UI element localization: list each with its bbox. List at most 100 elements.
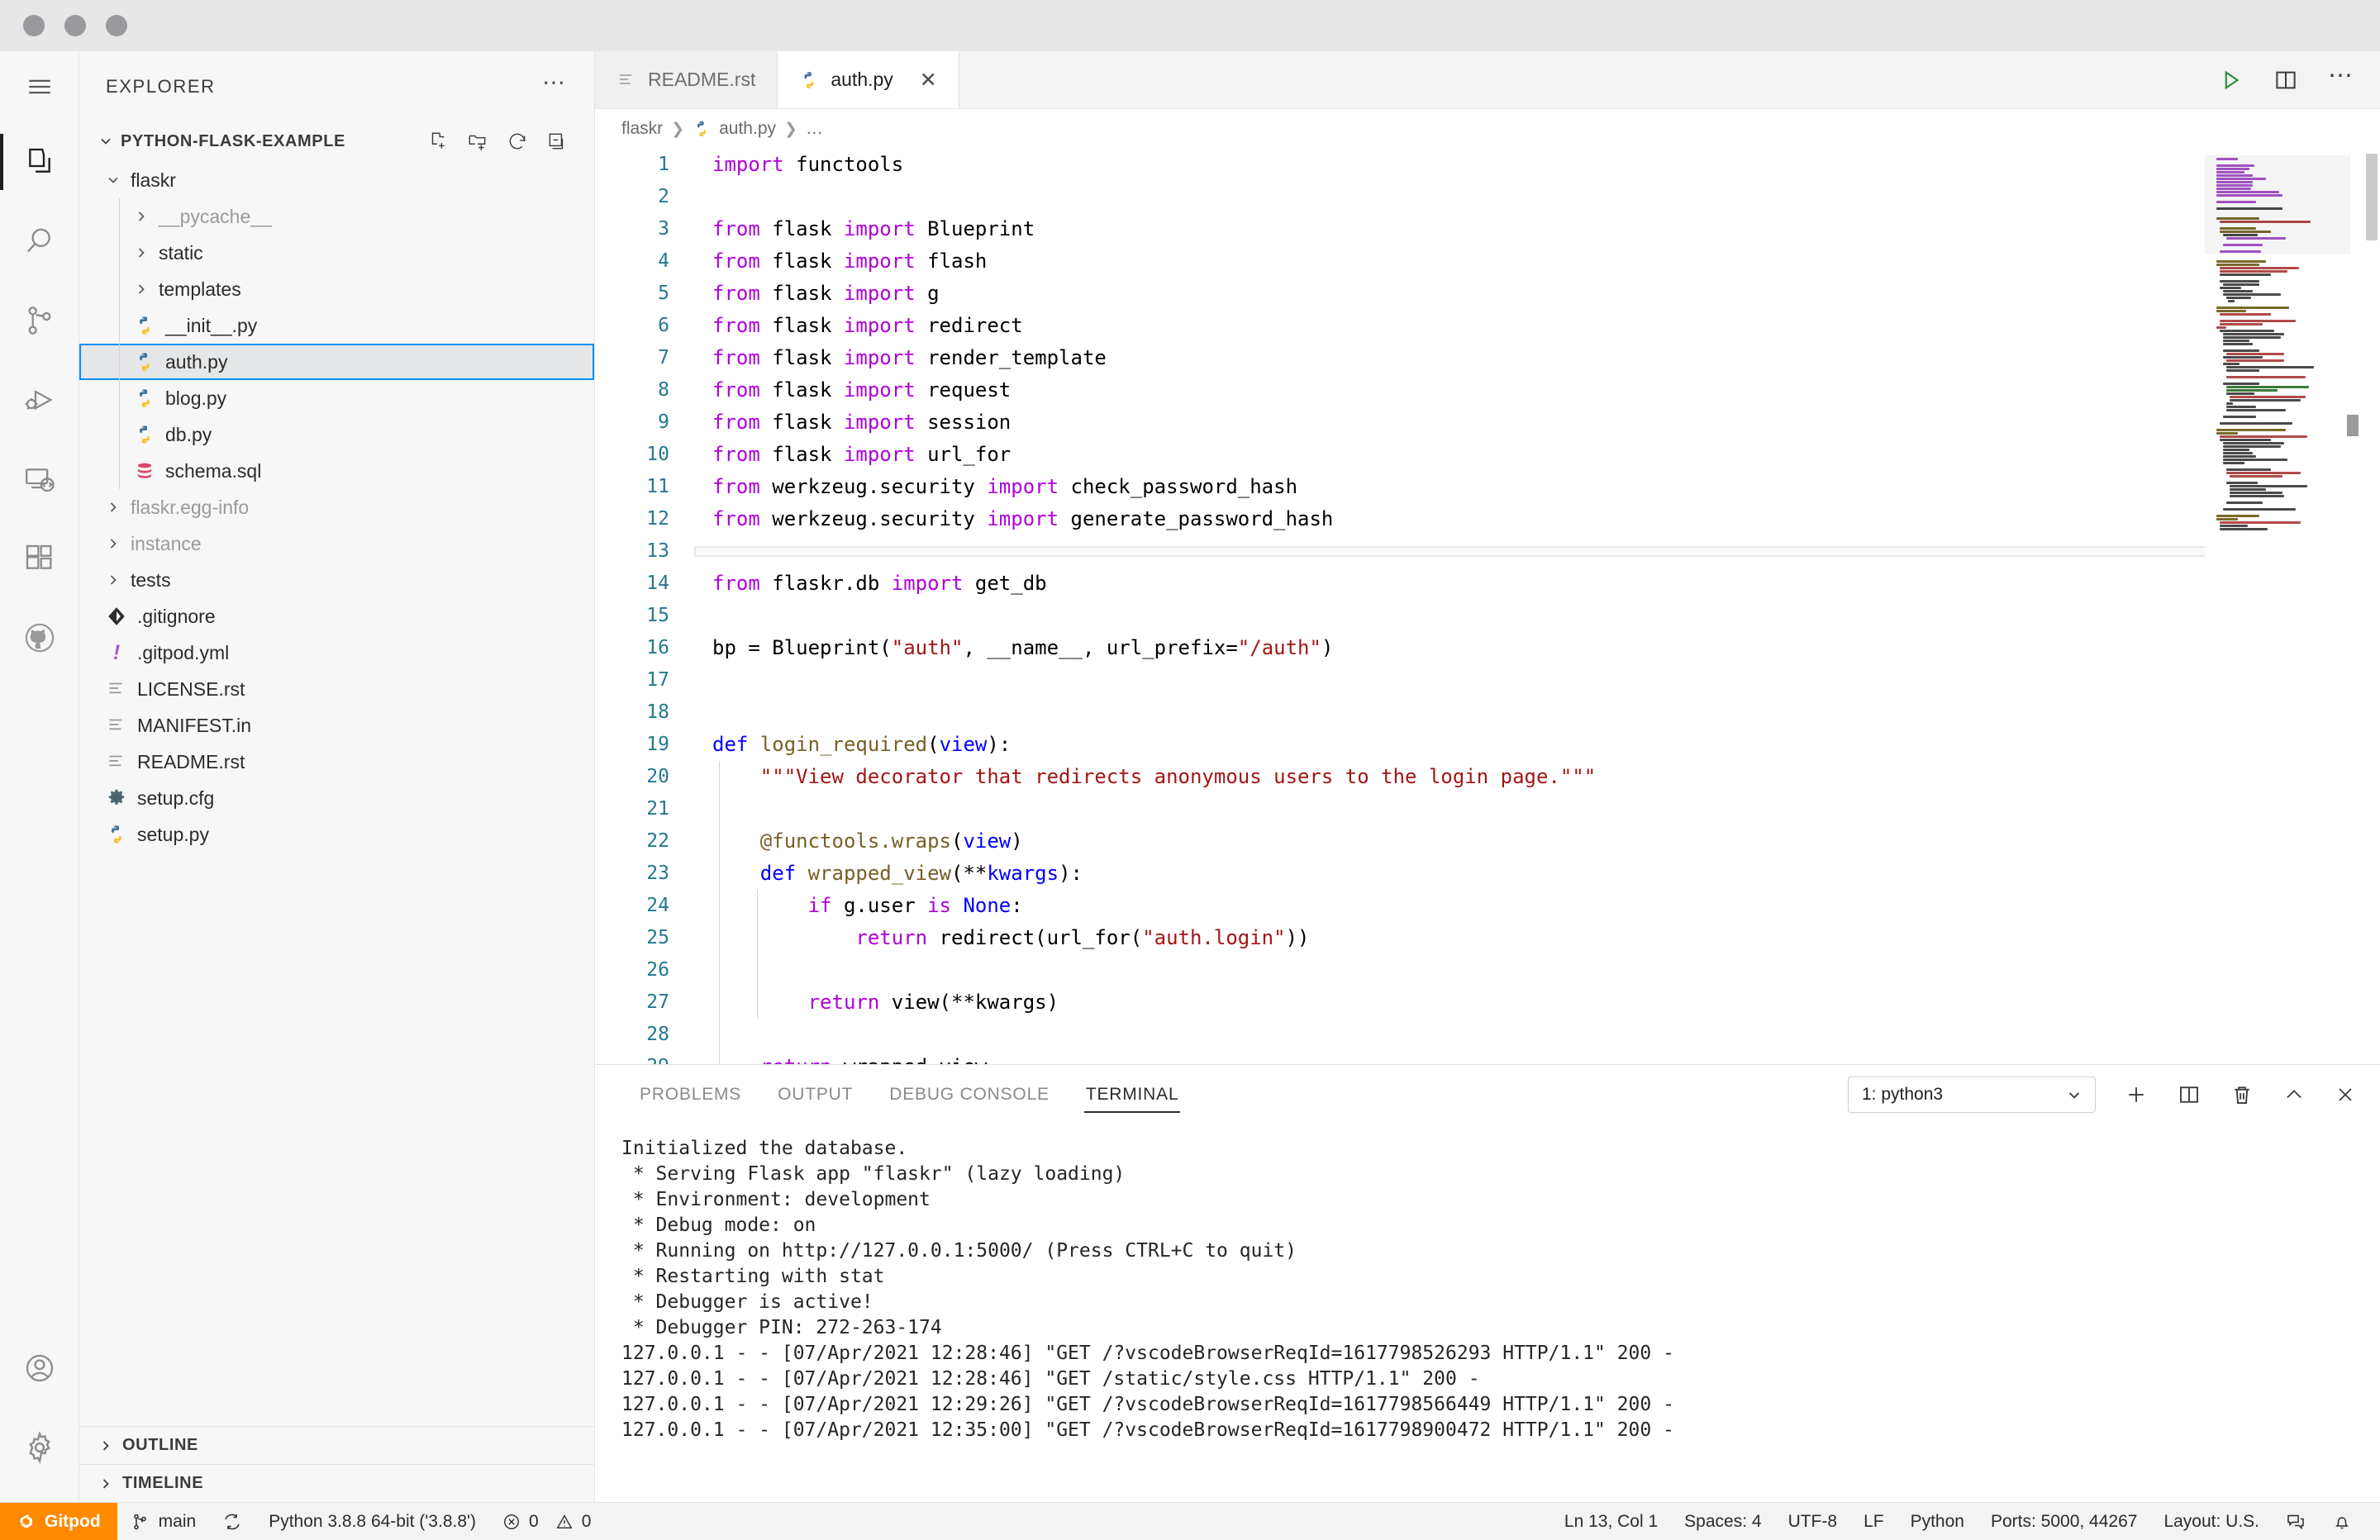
tree-item-gitignore[interactable]: .gitignore (79, 598, 594, 635)
tree-item-flaskr-egg-info[interactable]: flaskr.egg-info (79, 489, 594, 525)
status-indentation[interactable]: Spaces: 4 (1671, 1503, 1774, 1540)
activitybar-item-github[interactable] (0, 598, 79, 677)
menu-button[interactable] (0, 51, 79, 122)
sidebar-section-timeline[interactable]: TIMELINE (79, 1464, 594, 1502)
tree-item-gitpod-yml[interactable]: ! .gitpod.yml (79, 635, 594, 671)
activitybar-item-extensions[interactable] (0, 519, 79, 598)
tree-item-schema-sql[interactable]: schema.sql (79, 453, 594, 489)
terminal-output[interactable]: Initialized the database. * Serving Flas… (595, 1124, 2380, 1502)
collapse-all-icon[interactable] (546, 131, 568, 152)
sidebar-section-outline[interactable]: OUTLINE (79, 1426, 594, 1464)
code-line-text[interactable]: import functools (694, 149, 2205, 181)
activitybar-item-run-and-debug[interactable] (0, 360, 79, 440)
status-eol[interactable]: LF (1850, 1503, 1897, 1540)
status-feedback[interactable] (2273, 1503, 2319, 1540)
code-line-text[interactable]: @functools.wraps(view) (694, 825, 2205, 858)
status-encoding[interactable]: UTF-8 (1775, 1503, 1851, 1540)
code-line-text[interactable]: return wrapped_view (694, 1051, 2205, 1064)
code-line-text[interactable]: from werkzeug.security import check_pass… (694, 471, 2205, 503)
status-ports[interactable]: Ports: 5000, 44267 (1978, 1503, 2150, 1540)
split-terminal-icon[interactable] (2177, 1082, 2202, 1107)
tree-item-static[interactable]: static (79, 235, 594, 271)
close-panel-icon[interactable] (2334, 1083, 2357, 1106)
editor-scrollbar[interactable] (2362, 149, 2380, 1064)
code-line-text[interactable]: def login_required(view): (694, 729, 2205, 761)
code-line-text[interactable]: from flaskr.db import get_db (694, 568, 2205, 600)
kill-terminal-icon[interactable] (2230, 1082, 2254, 1107)
minimize-window-button[interactable] (64, 15, 86, 36)
tree-item-manifest-in[interactable]: MANIFEST.in (79, 707, 594, 744)
new-file-icon[interactable] (427, 131, 449, 152)
breadcrumb-item-file[interactable]: auth.py (719, 119, 776, 139)
status-notifications[interactable] (2319, 1503, 2365, 1540)
tree-item-setup-cfg[interactable]: setup.cfg (79, 780, 594, 816)
tab-problems[interactable]: PROBLEMS (621, 1065, 759, 1124)
status-gitpod[interactable]: Gitpod (0, 1502, 117, 1540)
code-line-text[interactable]: from flask import redirect (694, 310, 2205, 342)
code-line-text[interactable]: from flask import flash (694, 245, 2205, 278)
status-problems[interactable]: 0 0 (489, 1503, 604, 1540)
code-line-text[interactable]: if g.user is None: (694, 890, 2205, 922)
tab-debug-console[interactable]: DEBUG CONSOLE (871, 1065, 1068, 1124)
tree-item-blog-py[interactable]: blog.py (79, 380, 594, 416)
new-terminal-icon[interactable] (2124, 1082, 2149, 1107)
scrollbar-thumb[interactable] (2366, 154, 2378, 240)
tree-item-auth-py[interactable]: auth.py (79, 344, 594, 380)
tab-output[interactable]: OUTPUT (759, 1065, 871, 1124)
code-editor[interactable]: 1 import functools 2 3 from flask import Blu… (595, 149, 2205, 1064)
code-line-text[interactable]: from flask import url_for (694, 439, 2205, 471)
code-line-text[interactable]: from flask import session (694, 406, 2205, 439)
maximize-panel-icon[interactable] (2282, 1083, 2306, 1106)
tree-item-setup-py[interactable]: setup.py (79, 816, 594, 853)
activitybar-item-manage[interactable] (0, 1408, 79, 1487)
tree-item-instance[interactable]: instance (79, 525, 594, 562)
tree-item-init-py[interactable]: __init__.py (79, 307, 594, 344)
minimap[interactable] (2205, 149, 2362, 1064)
tree-item-pycache[interactable]: __pycache__ (79, 198, 594, 235)
run-python-file-icon[interactable] (2219, 68, 2244, 93)
status-layout[interactable]: Layout: U.S. (2150, 1503, 2273, 1540)
code-line-text[interactable]: def wrapped_view(**kwargs): (694, 858, 2205, 890)
activitybar-item-accounts[interactable] (0, 1328, 79, 1408)
code-line-text[interactable]: from flask import request (694, 374, 2205, 406)
status-cursor-position[interactable]: Ln 13, Col 1 (1551, 1503, 1671, 1540)
minimap-slider[interactable] (2205, 155, 2350, 254)
status-sync[interactable] (209, 1503, 255, 1540)
activitybar-item-explorer[interactable] (0, 122, 79, 202)
status-branch[interactable]: main (117, 1503, 210, 1540)
code-line-text[interactable]: from flask import render_template (694, 342, 2205, 374)
code-line-text[interactable]: return view(**kwargs) (694, 986, 2205, 1019)
zoom-window-button[interactable] (106, 15, 127, 36)
tree-item-license-rst[interactable]: LICENSE.rst (79, 671, 594, 707)
terminal-selector[interactable]: 1: python3 (1848, 1077, 2096, 1113)
tab-auth-py[interactable]: auth.py ✕ (778, 51, 959, 108)
tree-item-tests[interactable]: tests (79, 562, 594, 598)
code-line-text[interactable]: from werkzeug.security import generate_p… (694, 503, 2205, 535)
code-line-text[interactable]: return redirect(url_for("auth.login")) (694, 922, 2205, 954)
activitybar-item-remote-explorer[interactable] (0, 440, 79, 519)
tree-item-db-py[interactable]: db.py (79, 416, 594, 453)
breadcrumb-item-symbol[interactable]: … (806, 119, 823, 139)
code-line-text[interactable]: from flask import g (694, 278, 2205, 310)
code-line-text[interactable]: bp = Blueprint("auth", __name__, url_pre… (694, 632, 2205, 664)
tree-item-templates[interactable]: templates (79, 271, 594, 307)
close-tab-button[interactable]: ✕ (920, 68, 937, 93)
project-root-header[interactable]: PYTHON-FLASK-EXAMPLE (79, 122, 594, 160)
status-python-interpreter[interactable]: Python 3.8.8 64-bit ('3.8.8') (255, 1503, 489, 1540)
tab-readme-rst[interactable]: README.rst (595, 51, 778, 108)
close-window-button[interactable] (23, 15, 45, 36)
tree-item-readme-rst[interactable]: README.rst (79, 744, 594, 780)
activitybar-item-source-control[interactable] (0, 281, 79, 360)
tree-item-flaskr[interactable]: flaskr (79, 162, 594, 198)
new-folder-icon[interactable] (467, 131, 488, 152)
refresh-icon[interactable] (507, 131, 528, 152)
code-line-text[interactable]: """View decorator that redirects anonymo… (694, 761, 2205, 793)
more-actions-icon[interactable]: ⋯ (2328, 63, 2355, 88)
split-editor-icon[interactable] (2273, 68, 2298, 93)
breadcrumb-item-folder[interactable]: flaskr (621, 119, 663, 139)
activitybar-item-search[interactable] (0, 202, 79, 281)
code-line-text[interactable]: from flask import Blueprint (694, 213, 2205, 245)
tab-terminal[interactable]: TERMINAL (1068, 1065, 1197, 1124)
status-language-mode[interactable]: Python (1897, 1503, 1978, 1540)
sidebar-more-actions[interactable]: ⋯ (542, 71, 568, 95)
